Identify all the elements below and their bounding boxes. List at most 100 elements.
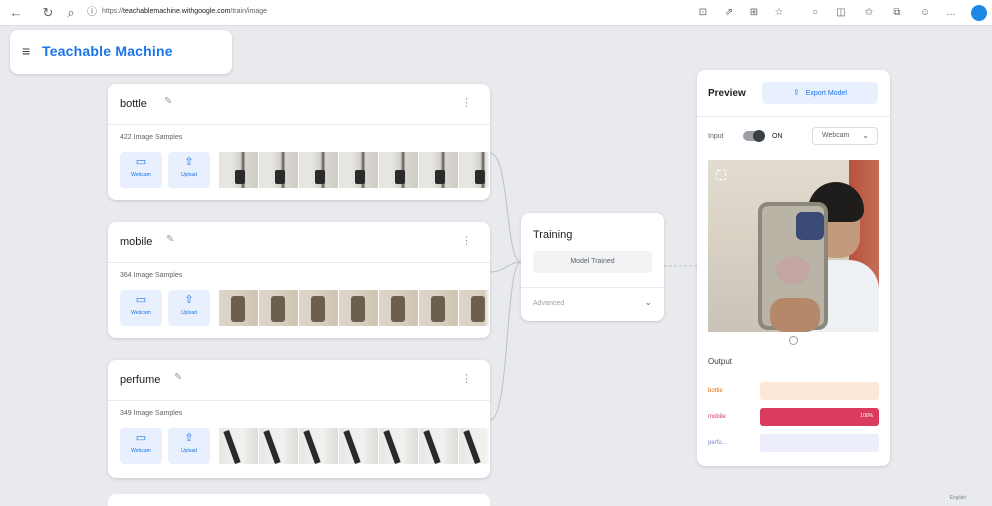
input-label: Input [708, 133, 724, 140]
export-label: Export Model [805, 90, 847, 97]
more-icon[interactable]: … [944, 6, 958, 20]
more-options-icon[interactable]: ⋮ [461, 96, 472, 109]
thumbnail-fade [484, 428, 490, 464]
export-icon: ⇪ [793, 88, 800, 97]
export-model-button[interactable]: ⇪ Export Model [762, 82, 878, 104]
class-name[interactable]: perfume [120, 374, 160, 386]
sample-thumbnails[interactable] [219, 428, 490, 464]
webcam-icon: ▭ [135, 294, 147, 306]
reload-icon[interactable]: ↻ [40, 5, 56, 21]
upload-icon: ⇧ [184, 432, 194, 444]
output-label-perfume: perfu... [708, 440, 727, 446]
sample-count: 349 Image Samples [120, 410, 183, 417]
preview-title: Preview [708, 88, 746, 99]
app-header: ≡ Teachable Machine [10, 30, 232, 74]
upload-button[interactable]: ⇧ Upload [168, 428, 210, 464]
sample-thumbnail[interactable] [419, 290, 458, 326]
sample-thumbnail[interactable] [339, 152, 378, 188]
webcam-button[interactable]: ▭ Webcam [120, 152, 162, 188]
output-percent: 100% [860, 413, 873, 419]
thumbnail-fade [484, 152, 490, 188]
url-path: /train/image [230, 8, 267, 15]
share-icon[interactable]: ⇗ [722, 6, 736, 20]
sample-thumbnail[interactable] [379, 428, 418, 464]
sample-thumbnail[interactable] [259, 152, 298, 188]
edit-pencil-icon[interactable]: ✎ [164, 96, 172, 107]
hamburger-icon[interactable]: ≡ [22, 43, 30, 59]
webcam-preview [708, 160, 879, 332]
sample-thumbnail[interactable] [219, 428, 258, 464]
grid-icon[interactable]: ⊞ [747, 6, 761, 20]
sample-thumbnail[interactable] [299, 290, 338, 326]
reader-icon[interactable]: ⊡ [696, 6, 710, 20]
source-select-value: Webcam [822, 132, 850, 139]
favorite-star-icon[interactable]: ☆ [772, 6, 786, 20]
favorites-icon[interactable]: ✩ [862, 6, 876, 20]
upload-button[interactable]: ⇧ Upload [168, 152, 210, 188]
chevron-down-icon[interactable]: ⌄ [644, 297, 652, 308]
card-divider [108, 400, 490, 401]
sample-thumbnail[interactable] [339, 290, 378, 326]
address-bar[interactable]: https://teachablemachine.withgoogle.com/… [102, 8, 267, 15]
sample-thumbnail[interactable] [419, 152, 458, 188]
advanced-toggle[interactable]: Advanced [533, 300, 564, 307]
back-arrow-icon[interactable]: ← [8, 5, 24, 21]
class-card-bottle: bottle ✎ ⋮ 422 Image Samples ▭ Webcam ⇧ … [108, 84, 490, 200]
sample-thumbnail[interactable] [379, 290, 418, 326]
sample-thumbnail[interactable] [299, 428, 338, 464]
sample-thumbnail[interactable] [339, 428, 378, 464]
more-options-icon[interactable]: ⋮ [461, 372, 472, 385]
class-card-perfume: perfume ✎ ⋮ 349 Image Samples ▭ Webcam ⇧… [108, 360, 490, 478]
edit-pencil-icon[interactable]: ✎ [166, 234, 174, 245]
more-options-icon[interactable]: ⋮ [461, 234, 472, 247]
output-bar-perfume [760, 434, 879, 452]
class-name[interactable]: mobile [120, 236, 152, 248]
upload-button[interactable]: ⇧ Upload [168, 290, 210, 326]
upload-icon: ⇧ [184, 156, 194, 168]
sample-count: 364 Image Samples [120, 272, 183, 279]
status-bar: English [950, 495, 986, 501]
split-screen-icon[interactable]: ◫ [834, 6, 848, 20]
sample-thumbnail[interactable] [379, 152, 418, 188]
sample-thumbnail[interactable] [219, 152, 258, 188]
webcam-label: Webcam [131, 448, 151, 454]
phone-case-pattern [776, 256, 810, 284]
sample-thumbnail[interactable] [259, 290, 298, 326]
training-title: Training [533, 229, 573, 241]
source-select[interactable]: Webcam ⌄ [812, 127, 878, 145]
browser-toolbar: ← ↻ ⌕ ⓘ https://teachablemachine.withgoo… [0, 0, 992, 26]
search-icon[interactable]: ⌕ [63, 5, 79, 21]
sample-thumbnail[interactable] [259, 428, 298, 464]
toggle-knob [753, 130, 765, 142]
app-title: Teachable Machine [42, 43, 173, 59]
extension-icon[interactable]: ○ [808, 6, 822, 20]
model-trained-button[interactable]: Model Trained [533, 251, 652, 273]
card-divider [108, 262, 490, 263]
collections-icon[interactable]: ⧉ [890, 6, 904, 20]
profile-icon[interactable]: ☺ [918, 6, 932, 20]
input-state: ON [772, 133, 783, 140]
sample-thumbnails[interactable] [219, 152, 490, 188]
language-selector[interactable]: English [950, 495, 966, 501]
panel-divider [697, 116, 890, 117]
class-name[interactable]: bottle [120, 98, 147, 110]
webcam-button[interactable]: ▭ Webcam [120, 428, 162, 464]
webcam-button[interactable]: ▭ Webcam [120, 290, 162, 326]
sample-thumbnails[interactable] [219, 290, 490, 326]
upload-label: Upload [181, 448, 197, 454]
output-label-mobile: mobile [708, 414, 726, 420]
expand-handle-icon[interactable] [789, 336, 798, 345]
edit-pencil-icon[interactable]: ✎ [174, 372, 182, 383]
chevron-down-icon: ⌄ [862, 131, 869, 140]
sample-thumbnail[interactable] [299, 152, 338, 188]
training-card: Training Model Trained Advanced ⌄ [521, 213, 664, 321]
sample-thumbnail[interactable] [219, 290, 258, 326]
flip-camera-icon[interactable] [716, 170, 726, 180]
add-class-card-partial[interactable] [108, 494, 490, 506]
edge-copilot-icon[interactable] [971, 5, 987, 21]
site-info-icon[interactable]: ⓘ [84, 5, 100, 21]
webcam-label: Webcam [131, 310, 151, 316]
sample-thumbnail[interactable] [419, 428, 458, 464]
preview-panel: Preview ⇪ Export Model Input ON Webcam ⌄ … [697, 70, 890, 466]
input-toggle[interactable] [743, 130, 765, 142]
